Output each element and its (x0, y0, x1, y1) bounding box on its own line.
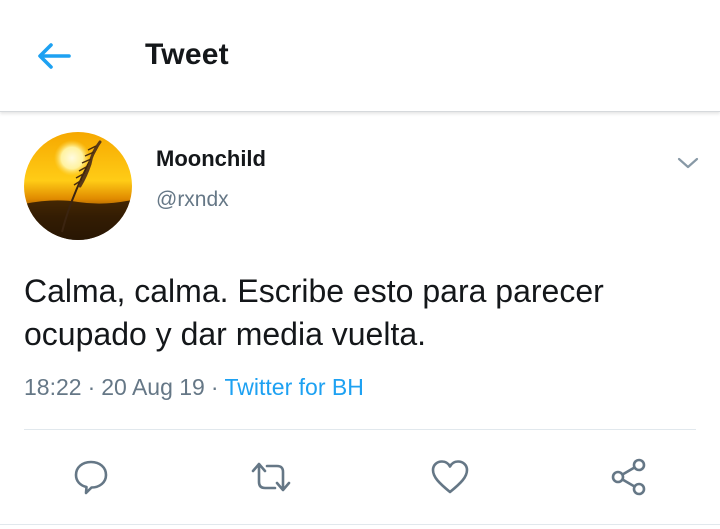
meta-separator: · (210, 374, 219, 400)
divider (24, 429, 696, 430)
arrow-left-icon (38, 43, 71, 69)
share-icon (611, 458, 646, 496)
like-button[interactable] (425, 452, 475, 502)
reply-button[interactable] (66, 452, 116, 502)
reply-icon (74, 460, 108, 495)
chevron-down-icon (677, 157, 699, 169)
tweet-time: 18:22 (24, 374, 82, 400)
like-icon (431, 460, 469, 494)
author-display-name[interactable]: Moonchild (156, 146, 266, 172)
tweet-menu-button[interactable] (672, 148, 704, 178)
back-button[interactable] (30, 34, 78, 78)
author-handle[interactable]: @rxndx (156, 188, 229, 212)
tweet-text: Calma, calma. Escribe esto para parecer … (24, 273, 604, 352)
tweet-actions-bar (0, 452, 720, 502)
top-app-bar: Tweet (0, 0, 720, 112)
avatar-image (24, 132, 132, 240)
share-button[interactable] (604, 452, 654, 502)
page-title: Tweet (145, 38, 229, 71)
tweet-metadata: 18:22 · 20 Aug 19 · Twitter for BH (24, 374, 364, 401)
meta-separator: · (87, 374, 96, 400)
tweet-source-link[interactable]: Twitter for BH (225, 374, 364, 400)
retweet-button[interactable] (246, 452, 296, 502)
tweet-date: 20 Aug 19 (101, 374, 205, 400)
bottom-divider (0, 524, 720, 525)
avatar[interactable] (24, 132, 132, 240)
retweet-icon (251, 462, 291, 492)
